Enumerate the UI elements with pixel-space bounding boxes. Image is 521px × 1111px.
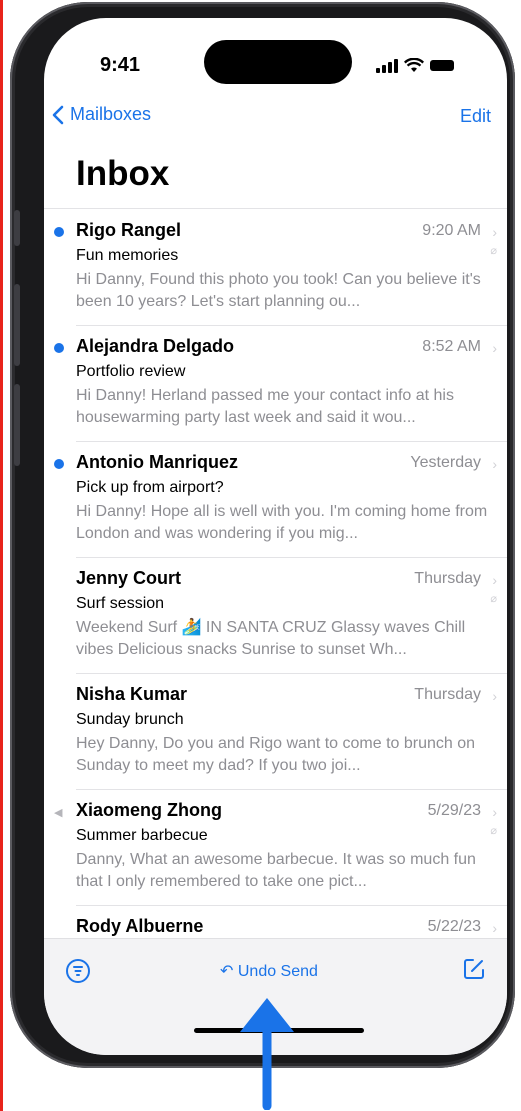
wifi-icon	[404, 58, 424, 72]
message-row[interactable]: Jenny Court Thursday › ⌀ Surf session We…	[44, 558, 507, 674]
screen: 9:41 Mailboxes Edit Inbox Rigo Rangel 9:…	[44, 18, 507, 1055]
message-time: Thursday	[414, 570, 481, 587]
phone-frame: 9:41 Mailboxes Edit Inbox Rigo Rangel 9:…	[10, 2, 515, 1068]
message-sender: Rody Albuerne	[76, 916, 204, 936]
unread-dot	[54, 459, 64, 469]
message-preview: Hi Danny, Found this photo you took! Can…	[76, 271, 481, 310]
chevron-right-icon: ›	[492, 920, 497, 936]
message-sender: Antonio Manriquez	[76, 452, 238, 472]
message-preview: Hi Danny! Hope all is well with you. I'm…	[76, 503, 488, 542]
message-sender: Alejandra Delgado	[76, 336, 235, 356]
message-row[interactable]: Antonio Manriquez Yesterday › Pick up fr…	[44, 442, 507, 558]
undo-send-label: Undo Send	[237, 963, 318, 980]
message-subject: Summer barbecue	[76, 827, 208, 844]
attachment-icon: ⌀	[490, 593, 497, 605]
chevron-left-icon	[52, 105, 64, 124]
message-row[interactable]: Rigo Rangel 9:20 AM › ⌀ Fun memories Hi …	[44, 210, 507, 326]
action-button	[14, 210, 20, 246]
message-list: Rigo Rangel 9:20 AM › ⌀ Fun memories Hi …	[44, 210, 507, 1022]
message-time: 9:20 AM	[422, 222, 481, 239]
compose-icon[interactable]	[462, 957, 486, 981]
message-row[interactable]: Alejandra Delgado 8:52 AM › Portfolio re…	[44, 326, 507, 442]
attachment-icon: ⌀	[490, 825, 497, 837]
undo-send-button[interactable]: ↶ Undo Send	[220, 961, 318, 981]
chevron-right-icon: ›	[492, 340, 497, 356]
chevron-right-icon: ›	[492, 572, 497, 588]
list-divider	[44, 208, 507, 209]
unread-dot	[54, 227, 64, 237]
chevron-right-icon: ›	[492, 804, 497, 820]
message-time: Thursday	[414, 686, 481, 703]
message-subject: Fun memories	[76, 247, 179, 264]
status-time: 9:41	[100, 54, 141, 76]
replied-icon: ◀	[54, 807, 63, 819]
message-time: 8:52 AM	[422, 338, 481, 355]
dynamic-island	[204, 40, 352, 84]
unread-dot	[54, 343, 64, 353]
left-edge-rule	[0, 0, 3, 1111]
status-icons	[376, 58, 454, 73]
message-time: Yesterday	[410, 454, 481, 471]
message-preview: Hi Danny! Herland passed me your contact…	[76, 387, 454, 426]
message-time: 5/22/23	[427, 918, 481, 935]
filter-icon[interactable]	[66, 959, 90, 983]
volume-up-button	[14, 284, 20, 366]
chevron-right-icon: ›	[492, 224, 497, 240]
message-preview: Hey Danny, Do you and Rigo want to come …	[76, 735, 476, 774]
chevron-right-icon: ›	[492, 456, 497, 472]
message-subject: Surf session	[76, 595, 165, 612]
cellular-signal-icon	[376, 58, 398, 73]
message-sender: Nisha Kumar	[76, 684, 188, 704]
undo-arrow-icon: ↶	[220, 963, 238, 980]
page-title: Inbox	[76, 154, 170, 193]
callout-arrow-icon	[240, 998, 294, 1110]
message-time: 5/29/23	[427, 802, 481, 819]
chevron-right-icon: ›	[492, 688, 497, 704]
back-to-mailboxes-button[interactable]: Mailboxes	[52, 104, 151, 125]
message-sender: Rigo Rangel	[76, 220, 182, 240]
message-subject: Pick up from airport?	[76, 479, 224, 496]
message-preview: Weekend Surf 🏄 IN SANTA CRUZ Glassy wave…	[76, 619, 466, 658]
message-sender: Xiaomeng Zhong	[76, 800, 222, 820]
battery-icon	[430, 60, 454, 71]
message-subject: Portfolio review	[76, 363, 186, 380]
volume-down-button	[14, 384, 20, 466]
message-row[interactable]: Nisha Kumar Thursday › Sunday brunch Hey…	[44, 674, 507, 790]
back-label: Mailboxes	[70, 104, 152, 124]
message-sender: Jenny Court	[76, 568, 182, 588]
message-row[interactable]: ◀ Xiaomeng Zhong 5/29/23 › ⌀ Summer barb…	[44, 790, 507, 906]
attachment-icon: ⌀	[490, 245, 497, 257]
edit-button[interactable]: Edit	[460, 106, 491, 127]
message-preview: Danny, What an awesome barbecue. It was …	[76, 851, 476, 890]
message-subject: Sunday brunch	[76, 711, 184, 728]
